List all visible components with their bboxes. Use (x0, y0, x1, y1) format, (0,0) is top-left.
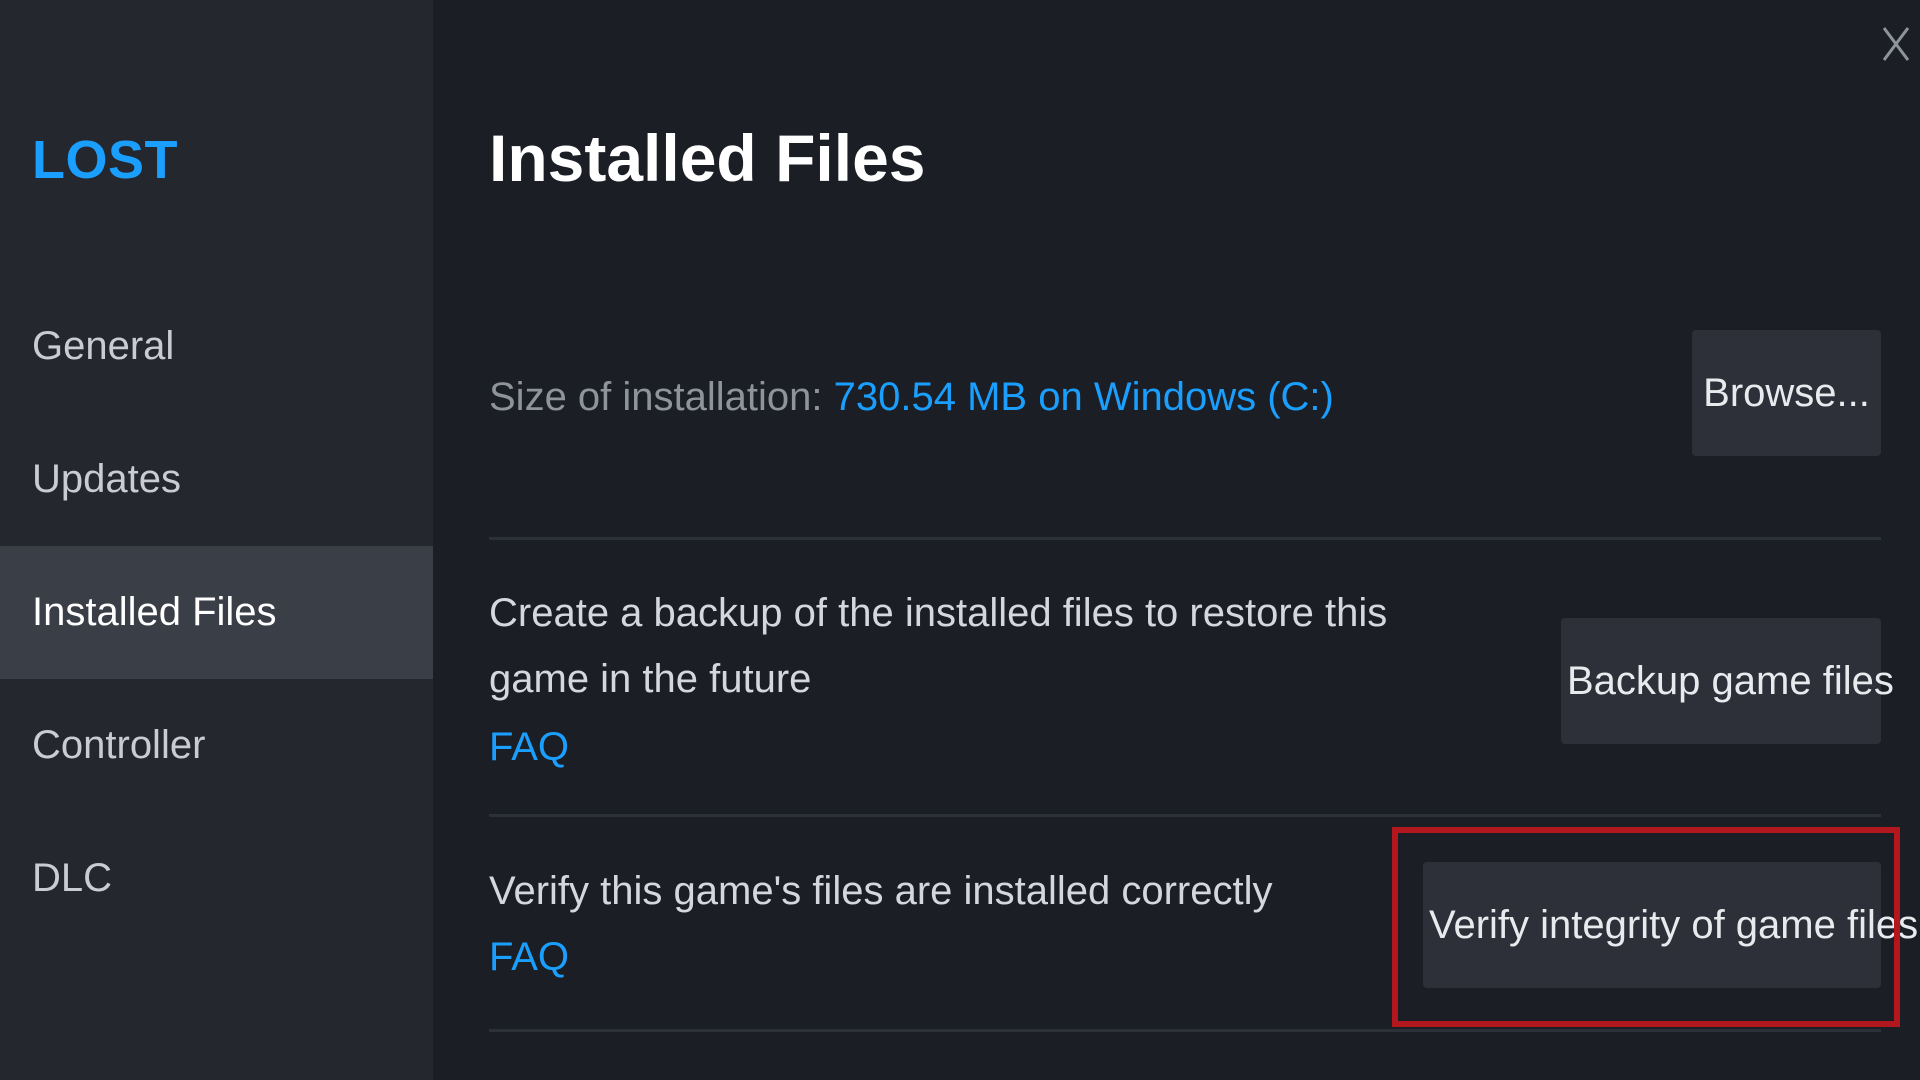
install-size-label: Size of installation: (489, 375, 834, 419)
install-size-text: Size of installation: 730.54 MB on Windo… (489, 372, 1334, 422)
close-button[interactable] (1880, 22, 1912, 66)
sidebar-item-general[interactable]: General (0, 280, 433, 413)
properties-window: LOST General Updates Installed Files Con… (0, 0, 1920, 1080)
divider (489, 537, 1881, 540)
install-size-value[interactable]: 730.54 MB on Windows (C:) (834, 375, 1334, 419)
sidebar-item-installed-files[interactable]: Installed Files (0, 546, 433, 679)
browse-button[interactable]: Browse... (1692, 330, 1881, 456)
sidebar-item-dlc[interactable]: DLC (0, 812, 433, 945)
verify-description: Verify this game's files are installed c… (489, 869, 1273, 913)
sidebar-nav: General Updates Installed Files Controll… (0, 280, 433, 945)
verify-integrity-button[interactable]: Verify integrity of game files (1423, 862, 1918, 988)
page-title: Installed Files (489, 121, 926, 195)
sidebar-item-controller[interactable]: Controller (0, 679, 433, 812)
sidebar-item-updates[interactable]: Updates (0, 413, 433, 546)
backup-row: Create a backup of the installed files t… (489, 580, 1894, 800)
close-icon (1882, 27, 1910, 61)
sidebar: LOST General Updates Installed Files Con… (0, 0, 433, 1080)
game-title: LOST (32, 130, 178, 190)
backup-game-files-button[interactable]: Backup game files (1561, 618, 1894, 744)
verify-faq-link[interactable]: FAQ (489, 932, 569, 982)
divider (489, 1029, 1881, 1032)
install-size-row: Size of installation: 730.54 MB on Windo… (489, 330, 1881, 460)
backup-description: Create a backup of the installed files t… (489, 591, 1388, 701)
verify-row: Verify this game's files are installed c… (489, 858, 1918, 1038)
backup-faq-link[interactable]: FAQ (489, 722, 569, 772)
divider (489, 814, 1881, 817)
main-panel: Installed Files Size of installation: 73… (433, 0, 1920, 1080)
